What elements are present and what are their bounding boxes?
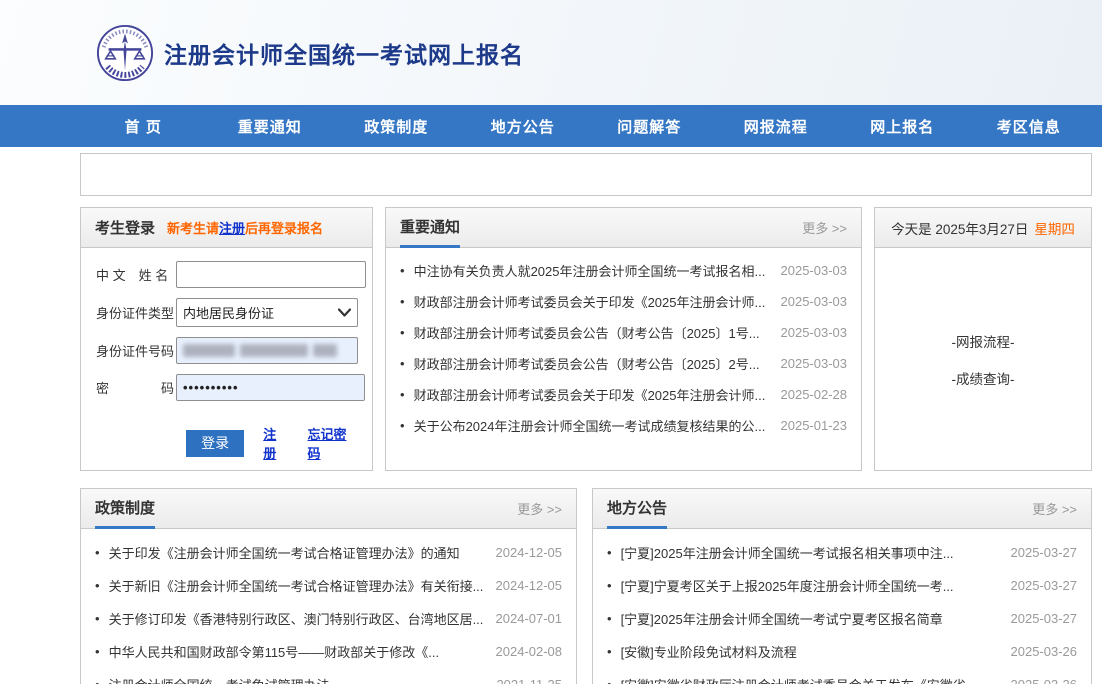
policy-list-item[interactable]: •关于新旧《注册会计师全国统一考试合格证管理办法》有关衔接...2024-12-… [95, 569, 562, 602]
new-candidate-note: 新考生请注册后再登录报名 [167, 218, 323, 237]
bullet-icon: • [607, 644, 612, 659]
bullet-icon: • [95, 611, 100, 626]
policy-list-item[interactable]: •中华人民共和国财政部令第115号——财政部关于修改《...2024-02-08 [95, 635, 562, 668]
nav-item-faq[interactable]: 问题解答 [586, 105, 713, 147]
id-number-input[interactable] [176, 337, 358, 364]
nav-item-policies[interactable]: 政策制度 [333, 105, 460, 147]
local-list-item[interactable]: •[安徽]安徽省财政厅注册会计师考试委员会关于发布《安徽省...2025-03-… [607, 668, 1077, 684]
nav-item-process[interactable]: 网报流程 [713, 105, 840, 147]
policy-list-item[interactable]: •注册会计师全国统一考试免试管理办法2021-11-25 [95, 668, 562, 684]
policies-more-link[interactable]: 更多 >> [517, 499, 562, 518]
password-label: 密 码 [96, 378, 176, 397]
bullet-icon: • [607, 677, 612, 684]
bullet-icon: • [95, 578, 100, 593]
weekday-label: 星期四 [1034, 218, 1075, 238]
policies-title: 政策制度 [95, 489, 155, 529]
today-date: 今天是 2025年3月27日星期四 [891, 208, 1075, 247]
policy-list-item[interactable]: •关于印发《注册会计师全国统一考试合格证管理办法》的通知2024-12-05 [95, 536, 562, 569]
forgot-password-link[interactable]: 忘记密码 [308, 424, 359, 462]
id-number-label: 身份证件号码 [96, 341, 176, 360]
bullet-icon: • [400, 294, 405, 309]
policies-panel: 政策制度 更多 >> •关于印发《注册会计师全国统一考试合格证管理办法》的通知2… [80, 488, 577, 684]
login-button[interactable]: 登录 [186, 430, 244, 457]
nav-item-local[interactable]: 地方公告 [460, 105, 587, 147]
notices-title: 重要通知 [400, 208, 460, 248]
login-title: 考生登录 [95, 208, 155, 247]
name-label: 中 文 姓 名 [96, 265, 176, 284]
notice-list-item[interactable]: •财政部注册会计师考试委员会公告（财考公告〔2025〕1号...2025-03-… [400, 317, 847, 348]
redaction-block [313, 344, 337, 357]
register-link[interactable]: 注册 [263, 424, 288, 462]
bullet-icon: • [95, 677, 100, 684]
chevron-down-icon [338, 308, 351, 317]
notice-list-item[interactable]: •中注协有关负责人就2025年注册会计师全国统一考试报名相...2025-03-… [400, 255, 847, 286]
id-type-select[interactable]: 内地居民身份证 [176, 298, 358, 327]
nav-item-register[interactable]: 网上报名 [839, 105, 966, 147]
local-list-item[interactable]: •[安徽]专业阶段免试材料及流程2025-03-26 [607, 635, 1077, 668]
local-more-link[interactable]: 更多 >> [1032, 499, 1077, 518]
important-notices-panel: 重要通知 更多 >> •中注协有关负责人就2025年注册会计师全国统一考试报名相… [385, 207, 862, 471]
bullet-icon: • [400, 356, 405, 371]
site-header: 注册会计师全国统一考试网上报名 [0, 0, 1102, 105]
bullet-icon: • [607, 578, 612, 593]
today-panel: 今天是 2025年3月27日星期四 -网报流程- -成绩查询- [874, 207, 1092, 471]
nav-item-notices[interactable]: 重要通知 [207, 105, 334, 147]
password-input[interactable] [176, 374, 365, 401]
bullet-icon: • [95, 545, 100, 560]
notice-list-item[interactable]: •财政部注册会计师考试委员会关于印发《2025年注册会计师...2025-02-… [400, 379, 847, 410]
redaction-block [240, 344, 308, 357]
main-nav: 首 页 重要通知 政策制度 地方公告 问题解答 网报流程 网上报名 考区信息 [0, 105, 1102, 147]
bullet-icon: • [400, 263, 405, 278]
score-query-quick-link[interactable]: -成绩查询- [952, 368, 1015, 388]
register-inline-link[interactable]: 注册 [219, 221, 245, 236]
bullet-icon: • [607, 611, 612, 626]
cicpa-logo-icon [96, 24, 154, 82]
local-list-item[interactable]: •[宁夏]2025年注册会计师全国统一考试宁夏考区报名简章2025-03-27 [607, 602, 1077, 635]
page-title: 注册会计师全国统一考试网上报名 [164, 36, 524, 70]
local-announcements-panel: 地方公告 更多 >> •[宁夏]2025年注册会计师全国统一考试报名相关事项中注… [592, 488, 1092, 684]
local-list-item[interactable]: •[宁夏]2025年注册会计师全国统一考试报名相关事项中注...2025-03-… [607, 536, 1077, 569]
name-input[interactable] [176, 261, 366, 288]
announcement-strip [80, 153, 1092, 196]
local-title: 地方公告 [607, 489, 667, 529]
id-type-label: 身份证件类型 [96, 303, 176, 322]
bullet-icon: • [400, 325, 405, 340]
policy-list-item[interactable]: •关于修订印发《香港特别行政区、澳门特别行政区、台湾地区居...2024-07-… [95, 602, 562, 635]
bullet-icon: • [607, 545, 612, 560]
notice-list-item[interactable]: •财政部注册会计师考试委员会关于印发《2025年注册会计师...2025-03-… [400, 286, 847, 317]
nav-item-examarea[interactable]: 考区信息 [966, 105, 1093, 147]
notices-more-link[interactable]: 更多 >> [802, 218, 847, 237]
bullet-icon: • [95, 644, 100, 659]
notice-list-item[interactable]: •关于公布2024年注册会计师全国统一考试成绩复核结果的公...2025-01-… [400, 410, 847, 441]
local-list-item[interactable]: •[宁夏]宁夏考区关于上报2025年度注册会计师全国统一考...2025-03-… [607, 569, 1077, 602]
redaction-block [183, 344, 235, 357]
login-panel: 考生登录 新考生请注册后再登录报名 中 文 姓 名 身份证件类型 内地居民身份证… [80, 207, 373, 471]
nav-item-home[interactable]: 首 页 [80, 105, 207, 147]
process-quick-link[interactable]: -网报流程- [952, 331, 1015, 351]
notice-list-item[interactable]: •财政部注册会计师考试委员会公告（财考公告〔2025〕2号...2025-03-… [400, 348, 847, 379]
bullet-icon: • [400, 387, 405, 402]
bullet-icon: • [400, 418, 405, 433]
